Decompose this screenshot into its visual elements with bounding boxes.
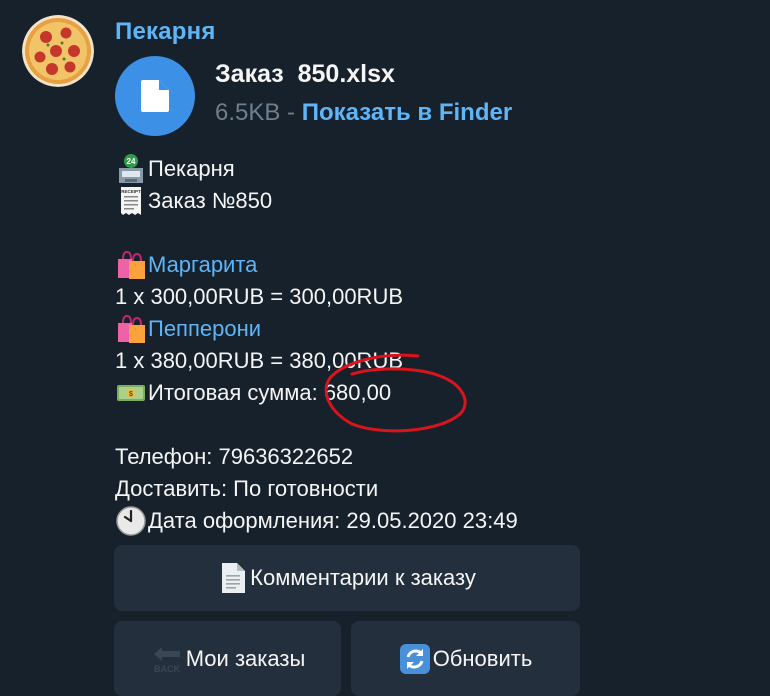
- receipt-label-text: RECEIPT: [121, 189, 141, 194]
- atm-icon: 24: [115, 153, 147, 185]
- money-icon: $: [115, 377, 147, 409]
- file-name[interactable]: Заказ 850.xlsx: [215, 60, 395, 89]
- clock-icon: [115, 505, 147, 537]
- item-1-title: Маргарита: [115, 249, 518, 281]
- atm-number-text: 24: [127, 157, 136, 166]
- comments-button[interactable]: Комментарии к заказу: [114, 545, 580, 611]
- order-line: RECEIPT Заказ №850: [115, 185, 518, 217]
- file-meta-separator: -: [280, 99, 302, 126]
- sender-name[interactable]: Пекарня: [115, 18, 216, 46]
- svg-text:$: $: [129, 391, 133, 398]
- comments-button-label: Комментарии к заказу: [250, 565, 476, 590]
- back-icon: BACK: [150, 643, 184, 675]
- phone-line: Телефон: 79636322652: [115, 444, 354, 469]
- item-1-link[interactable]: Маргарита: [148, 249, 257, 281]
- red-annotation-circle: [324, 353, 467, 433]
- order-number: Заказ №850: [148, 188, 273, 213]
- item-2-link[interactable]: Пепперони: [148, 313, 261, 345]
- refresh-icon: [399, 643, 431, 675]
- show-in-finder-link[interactable]: Показать в Finder: [302, 99, 512, 126]
- shopping-bags-icon: [115, 249, 147, 281]
- file-meta: 6.5KB - Показать в Finder: [215, 99, 512, 127]
- refresh-button[interactable]: Обновить: [351, 621, 580, 696]
- file-icon[interactable]: [115, 56, 195, 136]
- order-message: 24 Пекарня RECEIPT Заказ №850 Маргарита …: [115, 153, 518, 537]
- back-label-text: BACK: [154, 664, 180, 674]
- shopping-bags-icon: [115, 313, 147, 345]
- date-line: Дата оформления: 29.05.2020 23:49: [115, 505, 518, 537]
- delivery-line: Доставить: По готовности: [115, 476, 379, 501]
- order-date: Дата оформления: 29.05.2020 23:49: [148, 508, 518, 533]
- file-size: 6.5KB: [215, 99, 281, 126]
- shop-line: 24 Пекарня: [115, 153, 518, 185]
- pizza-avatar[interactable]: [22, 15, 94, 87]
- my-orders-button-label: Мои заказы: [185, 645, 306, 671]
- my-orders-button[interactable]: BACK Мои заказы: [114, 621, 341, 696]
- shop-name: Пекарня: [148, 156, 235, 181]
- item-2-title: Пепперони: [115, 313, 518, 345]
- receipt-icon: RECEIPT: [115, 185, 147, 217]
- item-1-price: 1 x 300,00RUB = 300,00RUB: [115, 284, 404, 309]
- page-icon: [218, 562, 248, 594]
- refresh-button-label: Обновить: [432, 645, 533, 671]
